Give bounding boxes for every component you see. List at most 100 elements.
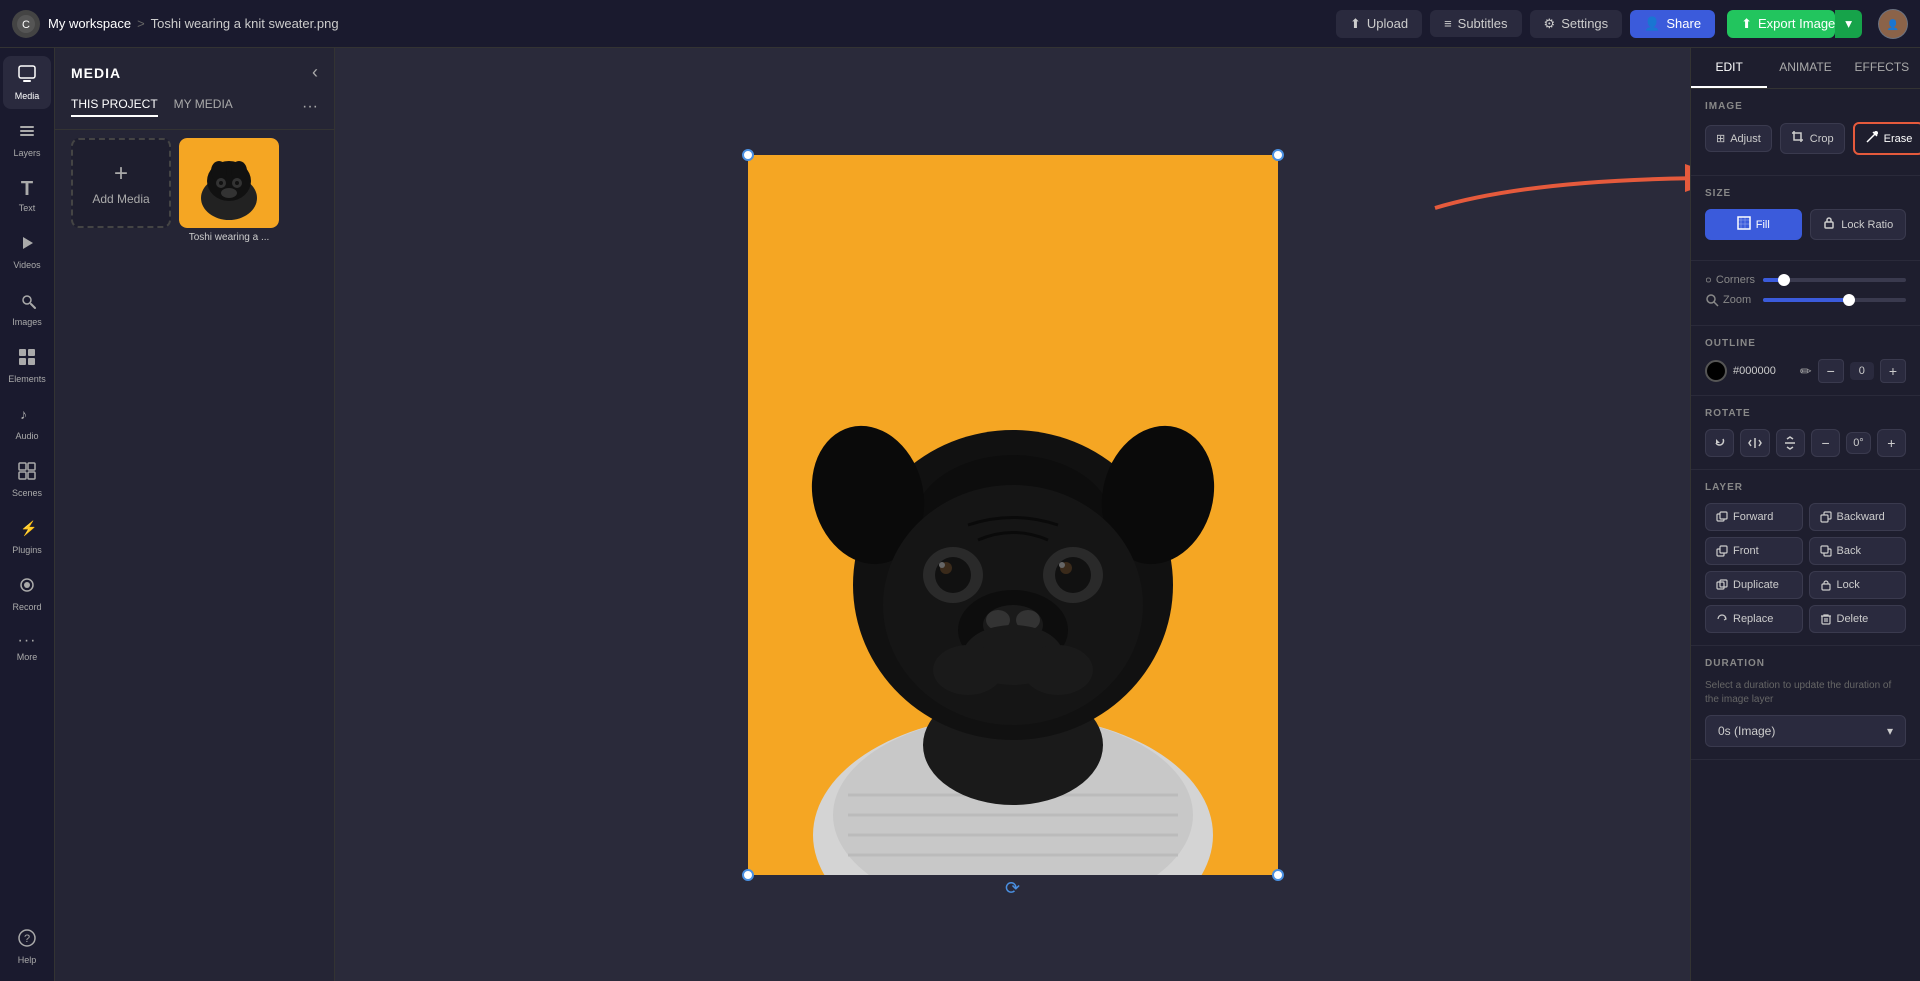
right-panel-tabs: EDIT ANIMATE EFFECTS [1691, 48, 1920, 89]
export-dropdown-button[interactable]: ▾ [1835, 10, 1862, 38]
image-section: IMAGE ⊞ Adjust Crop Erase [1691, 89, 1920, 176]
corners-zoom-section: Corners Zoom [1691, 261, 1920, 326]
tab-effects[interactable]: EFFECTS [1844, 48, 1920, 88]
outline-color-label: #000000 [1733, 365, 1794, 377]
lock-button[interactable]: Lock [1809, 571, 1907, 599]
settings-button[interactable]: ⚙ Settings [1530, 10, 1623, 38]
sidebar-item-plugins[interactable]: ⚡ Plugins [3, 510, 51, 563]
sidebar-item-scenes[interactable]: Scenes [3, 453, 51, 506]
record-icon [17, 575, 37, 600]
app-logo: C [12, 10, 40, 38]
settings-icon: ⚙ [1544, 16, 1556, 32]
tab-this-project[interactable]: THIS PROJECT [71, 97, 158, 117]
zoom-slider-thumb[interactable] [1843, 294, 1855, 306]
back-button[interactable]: Back [1809, 537, 1907, 565]
canvas-area: ⟳ [335, 48, 1690, 981]
sidebar-item-elements[interactable]: Elements [3, 339, 51, 392]
tab-animate[interactable]: ANIMATE [1767, 48, 1843, 88]
adjust-button[interactable]: ⊞ Adjust [1705, 125, 1772, 152]
outline-section: OUTLINE #000000 ✏ − 0 + [1691, 326, 1920, 396]
canvas-refresh-icon[interactable]: ⟳ [1005, 878, 1020, 899]
media-thumbnail[interactable] [179, 138, 279, 228]
rotate-ccw-button[interactable] [1705, 429, 1734, 457]
rotate-section: ROTATE − 0° + [1691, 396, 1920, 470]
flip-horizontal-button[interactable] [1740, 429, 1769, 457]
zoom-slider-track[interactable] [1763, 298, 1906, 302]
export-button[interactable]: ⬆ Export Image [1727, 10, 1835, 38]
outline-eyedropper-button[interactable]: ✏ [1800, 363, 1812, 380]
rotate-minus-button[interactable]: − [1811, 429, 1840, 457]
sidebar-item-text[interactable]: T Text [3, 170, 51, 221]
outline-section-title: OUTLINE [1705, 338, 1906, 349]
duration-section: DURATION Select a duration to update the… [1691, 646, 1920, 760]
outline-minus-button[interactable]: − [1818, 359, 1844, 383]
outline-plus-button[interactable]: + [1880, 359, 1906, 383]
sidebar-item-images[interactable]: Images [3, 282, 51, 335]
workspace-link[interactable]: My workspace [48, 16, 131, 31]
share-button[interactable]: 👤 Share [1630, 10, 1715, 38]
upload-icon: ⬆ [1350, 16, 1361, 32]
media-panel-close-button[interactable]: ‹ [312, 62, 318, 83]
handle-top-left[interactable] [742, 149, 754, 161]
sidebar-item-media[interactable]: Media [3, 56, 51, 109]
tab-my-media[interactable]: MY MEDIA [174, 97, 233, 117]
handle-bottom-left[interactable] [742, 869, 754, 881]
tab-edit[interactable]: EDIT [1691, 48, 1767, 88]
help-icon: ? [17, 928, 37, 953]
subtitles-icon: ≡ [1444, 16, 1452, 31]
breadcrumb: My workspace > Toshi wearing a knit swea… [48, 16, 339, 31]
left-sidebar: Media Layers T Text Videos Images [0, 48, 55, 981]
corners-slider-track[interactable] [1763, 278, 1906, 282]
layer-section-title: LAYER [1705, 482, 1906, 493]
svg-text:⚡: ⚡ [20, 520, 37, 537]
canvas-image[interactable] [748, 155, 1278, 875]
fill-icon [1737, 216, 1751, 233]
layer-grid: Forward Backward Front Back Duplicate [1705, 503, 1906, 633]
outline-row: #000000 ✏ − 0 + [1705, 359, 1906, 383]
media-grid: + Add Media [55, 130, 334, 251]
media-panel: MEDIA ‹ THIS PROJECT MY MEDIA ··· + Add … [55, 48, 335, 981]
layers-icon [17, 121, 37, 146]
adjust-icon: ⊞ [1716, 132, 1725, 145]
add-media-button[interactable]: + Add Media [71, 138, 171, 228]
sidebar-item-audio[interactable]: ♪ Audio [3, 396, 51, 449]
layer-section: LAYER Forward Backward Front Back [1691, 470, 1920, 646]
media-icon [17, 64, 37, 89]
sidebar-item-help[interactable]: ? Help [3, 920, 51, 973]
duplicate-button[interactable]: Duplicate [1705, 571, 1803, 599]
backward-button[interactable]: Backward [1809, 503, 1907, 531]
lock-ratio-button[interactable]: Lock Ratio [1810, 209, 1907, 240]
size-section-title: SIZE [1705, 188, 1906, 199]
front-button[interactable]: Front [1705, 537, 1803, 565]
rotate-section-title: ROTATE [1705, 408, 1906, 419]
duration-section-title: DURATION [1705, 658, 1906, 669]
crop-button[interactable]: Crop [1780, 123, 1845, 154]
scenes-icon [17, 461, 37, 486]
sidebar-item-layers[interactable]: Layers [3, 113, 51, 166]
upload-button[interactable]: ⬆ Upload [1336, 10, 1422, 38]
handle-top-right[interactable] [1272, 149, 1284, 161]
corners-slider-thumb[interactable] [1778, 274, 1790, 286]
rotate-row: − 0° + [1705, 429, 1906, 457]
outline-value: 0 [1850, 362, 1874, 380]
forward-button[interactable]: Forward [1705, 503, 1803, 531]
replace-button[interactable]: Replace [1705, 605, 1803, 633]
outline-color-swatch[interactable] [1705, 360, 1727, 382]
delete-button[interactable]: Delete [1809, 605, 1907, 633]
handle-bottom-right[interactable] [1272, 869, 1284, 881]
sidebar-item-record[interactable]: Record [3, 567, 51, 620]
media-thumbnail-label: Toshi wearing a ... [179, 232, 279, 243]
sidebar-item-more[interactable]: ··· More [3, 624, 51, 670]
duration-dropdown-arrow: ▾ [1887, 724, 1893, 738]
media-tab-more-button[interactable]: ··· [302, 98, 318, 116]
media-panel-title: MEDIA [71, 65, 121, 81]
erase-button[interactable]: Erase [1853, 122, 1920, 155]
subtitles-button[interactable]: ≡ Subtitles [1430, 10, 1521, 37]
flip-vertical-button[interactable] [1776, 429, 1805, 457]
sidebar-item-videos[interactable]: Videos [3, 225, 51, 278]
lock-ratio-icon [1822, 216, 1836, 233]
rotate-plus-button[interactable]: + [1877, 429, 1906, 457]
duration-dropdown[interactable]: 0s (Image) ▾ [1705, 715, 1906, 747]
fill-button[interactable]: Fill [1705, 209, 1802, 240]
plugins-icon: ⚡ [17, 518, 37, 543]
